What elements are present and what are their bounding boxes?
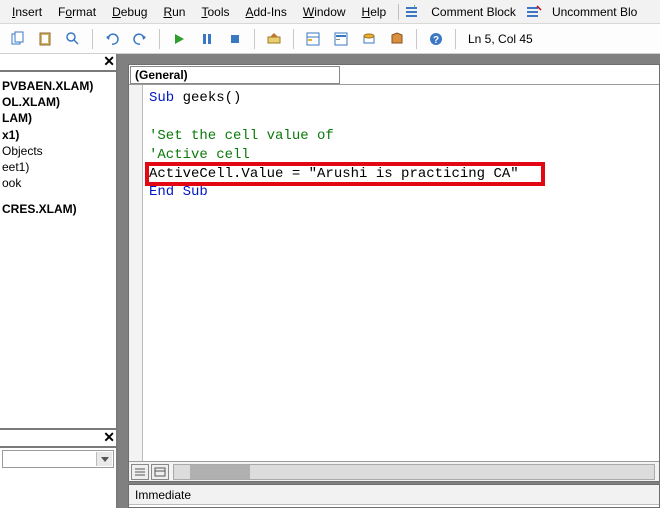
undo-button[interactable] bbox=[101, 28, 123, 50]
menu-addins[interactable]: Add-Ins bbox=[239, 3, 292, 21]
find-button[interactable] bbox=[62, 28, 84, 50]
highlight-box bbox=[145, 162, 545, 186]
immediate-window[interactable]: Immediate bbox=[128, 484, 660, 508]
design-mode-button[interactable] bbox=[263, 28, 285, 50]
project-explorer-button[interactable] bbox=[302, 28, 324, 50]
tree-node[interactable]: CRES.XLAM) bbox=[2, 201, 114, 217]
menu-debug[interactable]: Debug bbox=[106, 3, 153, 21]
tree-node[interactable]: OL.XLAM) bbox=[2, 94, 114, 110]
menu-uncomment-block[interactable]: Uncomment Blo bbox=[546, 3, 643, 21]
menu-bar: Insert Format Debug Run Tools Add-Ins Wi… bbox=[0, 0, 660, 24]
close-icon[interactable]: ✕ bbox=[103, 430, 115, 444]
properties-object-combo[interactable] bbox=[2, 450, 114, 468]
object-combo[interactable]: (General) bbox=[130, 66, 340, 84]
tree-node[interactable]: eet1) bbox=[2, 159, 114, 175]
menu-format[interactable]: Format bbox=[52, 3, 102, 21]
menu-help[interactable]: Help bbox=[356, 3, 393, 21]
chevron-down-icon bbox=[101, 457, 109, 462]
horizontal-scrollbar[interactable] bbox=[173, 464, 655, 480]
cursor-position: Ln 5, Col 45 bbox=[464, 32, 533, 46]
full-module-view-button[interactable] bbox=[151, 464, 169, 480]
menu-run[interactable]: Run bbox=[157, 3, 191, 21]
redo-button[interactable] bbox=[129, 28, 151, 50]
toolbar: ? Ln 5, Col 45 bbox=[0, 24, 660, 54]
procedure-view-button[interactable] bbox=[131, 464, 149, 480]
tree-node[interactable]: LAM) bbox=[2, 110, 114, 126]
tree-node[interactable]: PVBAEN.XLAM) bbox=[2, 78, 114, 94]
properties-window-button[interactable] bbox=[330, 28, 352, 50]
close-icon[interactable]: ✕ bbox=[103, 54, 115, 68]
menu-insert[interactable]: Insert bbox=[6, 3, 48, 21]
code-window: (General) Sub geeks() 'Set the cell valu… bbox=[128, 64, 660, 482]
object-browser-button[interactable] bbox=[358, 28, 380, 50]
immediate-title: Immediate bbox=[135, 488, 191, 502]
reset-button[interactable] bbox=[224, 28, 246, 50]
uncomment-block-icon bbox=[526, 4, 542, 20]
code-margin bbox=[129, 85, 143, 461]
copy-button[interactable] bbox=[6, 28, 28, 50]
menu-tools[interactable]: Tools bbox=[195, 3, 235, 21]
properties-panel bbox=[0, 448, 116, 508]
run-button[interactable] bbox=[168, 28, 190, 50]
tree-node[interactable]: x1) bbox=[2, 127, 114, 143]
toolbox-button[interactable] bbox=[386, 28, 408, 50]
object-combo-label: (General) bbox=[135, 68, 188, 82]
comment-block-icon: ' bbox=[405, 4, 421, 20]
menu-window[interactable]: Window bbox=[297, 3, 352, 21]
tree-node[interactable]: Objects bbox=[2, 143, 114, 159]
code-editor[interactable]: Sub geeks() 'Set the cell value of 'Acti… bbox=[143, 85, 659, 461]
help-button[interactable]: ? bbox=[425, 28, 447, 50]
project-tree[interactable]: PVBAEN.XLAM) OL.XLAM) LAM) x1) Objects e… bbox=[0, 72, 116, 430]
break-button[interactable] bbox=[196, 28, 218, 50]
tree-node[interactable]: ook bbox=[2, 175, 114, 191]
menu-comment-block[interactable]: Comment Block bbox=[425, 3, 522, 21]
svg-text:?: ? bbox=[433, 35, 439, 46]
paste-button[interactable] bbox=[34, 28, 56, 50]
project-explorer-panel: ✕ PVBAEN.XLAM) OL.XLAM) LAM) x1) Objects… bbox=[0, 54, 118, 508]
